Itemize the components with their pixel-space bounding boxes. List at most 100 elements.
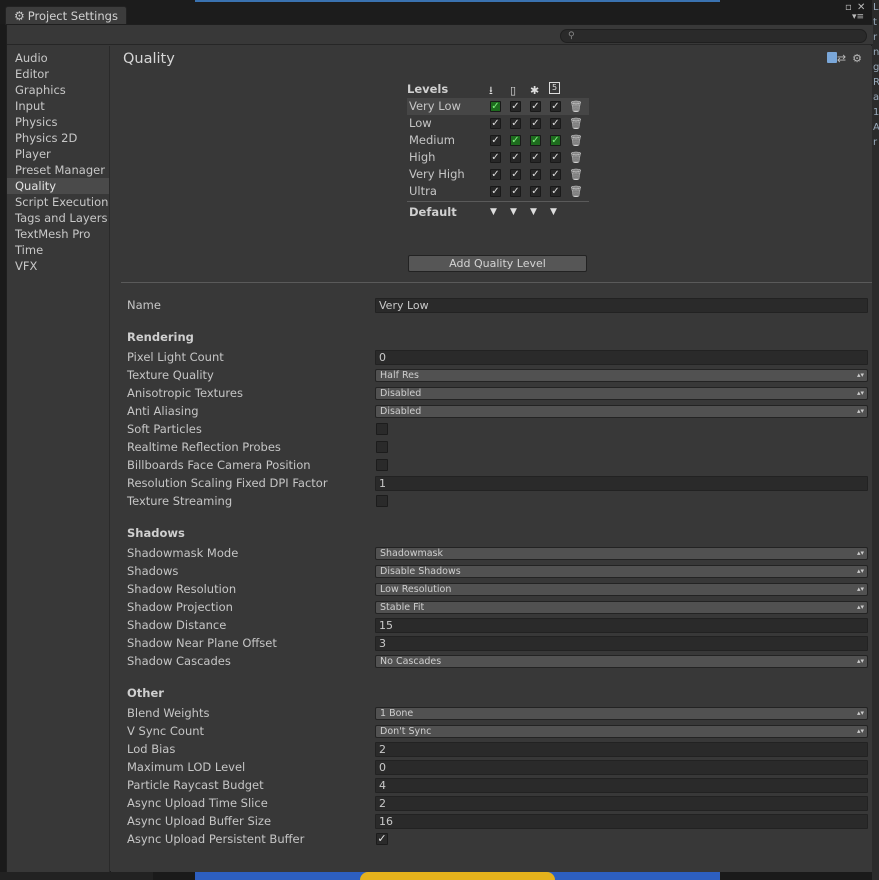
blend-weights-dropdown[interactable]: 1 Bone ▴▾ bbox=[375, 707, 868, 720]
trash-icon[interactable]: 🗑 bbox=[569, 149, 583, 166]
level-checkbox-android[interactable]: ✓ bbox=[530, 169, 541, 180]
quality-level-name: Low bbox=[409, 116, 432, 130]
anti-aliasing-value: Disabled bbox=[380, 406, 422, 417]
level-checkbox-standalone[interactable]: ✓ bbox=[490, 186, 501, 197]
level-checkbox-android[interactable]: ✓ bbox=[530, 152, 541, 163]
async-upload-buffer-size-field[interactable]: 16 bbox=[375, 814, 868, 829]
dropdown-caret-icon: ▴▾ bbox=[856, 603, 864, 611]
level-checkbox-standalone[interactable]: ✓ bbox=[490, 152, 501, 163]
anisotropic-textures-value: Disabled bbox=[380, 388, 422, 399]
default-arrow-mobile[interactable]: ▼ bbox=[510, 203, 517, 221]
help-book-icon[interactable] bbox=[826, 52, 837, 63]
quality-level-row[interactable]: High ✓ ✓ ✓ ✓ 🗑 bbox=[407, 149, 589, 166]
level-checkbox-standalone[interactable]: ✓ bbox=[490, 101, 501, 112]
sidebar-item-script-execution-order[interactable]: Script Execution Order bbox=[7, 194, 109, 210]
sidebar-item-textmesh-pro[interactable]: TextMesh Pro bbox=[7, 226, 109, 242]
quality-level-row[interactable]: Ultra ✓ ✓ ✓ ✓ 🗑 bbox=[407, 183, 589, 200]
default-arrow-android[interactable]: ▼ bbox=[530, 203, 537, 221]
anisotropic-textures-dropdown[interactable]: Disabled ▴▾ bbox=[375, 387, 868, 400]
level-checkbox-webgl[interactable]: ✓ bbox=[550, 152, 561, 163]
soft-particles-label: Soft Particles bbox=[127, 422, 202, 436]
dropdown-caret-icon: ▴▾ bbox=[856, 727, 864, 735]
default-arrow-webgl[interactable]: ▼ bbox=[550, 203, 557, 221]
preset-sliders-icon[interactable]: ⇄ bbox=[837, 52, 852, 65]
vsync-count-dropdown[interactable]: Don't Sync ▴▾ bbox=[375, 725, 868, 738]
trash-icon[interactable]: 🗑 bbox=[569, 132, 583, 149]
sidebar-item-vfx[interactable]: VFX bbox=[7, 258, 109, 274]
default-arrow-standalone[interactable]: ▼ bbox=[490, 203, 497, 221]
max-lod-level-field[interactable]: 0 bbox=[375, 760, 868, 775]
sidebar-item-tags-and-layers[interactable]: Tags and Layers bbox=[7, 210, 109, 226]
async-upload-time-slice-field[interactable]: 2 bbox=[375, 796, 868, 811]
level-checkbox-mobile[interactable]: ✓ bbox=[510, 186, 521, 197]
shadow-distance-field[interactable]: 15 bbox=[375, 618, 868, 633]
add-quality-level-button[interactable]: Add Quality Level bbox=[408, 255, 587, 272]
quality-level-row[interactable]: Medium ✓ ✓ ✓ ✓ 🗑 bbox=[407, 132, 589, 149]
realtime-reflection-probes-checkbox[interactable] bbox=[376, 441, 388, 453]
texture-quality-label: Texture Quality bbox=[127, 368, 214, 382]
soft-particles-checkbox[interactable] bbox=[376, 423, 388, 435]
quality-level-row[interactable]: Low ✓ ✓ ✓ ✓ 🗑 bbox=[407, 115, 589, 132]
trash-icon[interactable]: 🗑 bbox=[569, 183, 583, 200]
sidebar-item-physics[interactable]: Physics bbox=[7, 114, 109, 130]
level-checkbox-webgl[interactable]: ✓ bbox=[550, 169, 561, 180]
sidebar-item-time[interactable]: Time bbox=[7, 242, 109, 258]
level-checkbox-mobile[interactable]: ✓ bbox=[510, 118, 521, 129]
vsync-count-value: Don't Sync bbox=[380, 726, 432, 737]
sidebar-item-input[interactable]: Input bbox=[7, 98, 109, 114]
level-checkbox-webgl[interactable]: ✓ bbox=[550, 101, 561, 112]
maximize-icon[interactable]: ▫ bbox=[845, 2, 852, 13]
shadow-projection-dropdown[interactable]: Stable Fit ▴▾ bbox=[375, 601, 868, 614]
lod-bias-field[interactable]: 2 bbox=[375, 742, 868, 757]
sidebar-item-quality[interactable]: Quality bbox=[7, 178, 109, 194]
level-checkbox-mobile[interactable]: ✓ bbox=[510, 169, 521, 180]
shadowmask-mode-dropdown[interactable]: Shadowmask ▴▾ bbox=[375, 547, 868, 560]
level-checkbox-webgl[interactable]: ✓ bbox=[550, 186, 561, 197]
trash-icon[interactable]: 🗑 bbox=[569, 98, 583, 115]
texture-quality-dropdown[interactable]: Half Res ▴▾ bbox=[375, 369, 868, 382]
pixel-light-count-field[interactable]: 0 bbox=[375, 350, 868, 365]
anti-aliasing-dropdown[interactable]: Disabled ▴▾ bbox=[375, 405, 868, 418]
billboards-face-camera-checkbox[interactable] bbox=[376, 459, 388, 471]
sidebar-item-preset-manager[interactable]: Preset Manager bbox=[7, 162, 109, 178]
tab-project-settings[interactable]: ⚙ Project Settings bbox=[5, 6, 127, 25]
settings-menu-icon[interactable]: ⚙ bbox=[852, 52, 868, 65]
level-checkbox-standalone[interactable]: ✓ bbox=[490, 169, 501, 180]
rendering-header: Rendering bbox=[127, 330, 194, 344]
dpi-factor-field[interactable]: 1 bbox=[375, 476, 868, 491]
level-checkbox-webgl[interactable]: ✓ bbox=[550, 118, 561, 129]
async-upload-persistent-buffer-checkbox[interactable]: ✓ bbox=[376, 833, 388, 845]
shadow-cascades-dropdown[interactable]: No Cascades ▴▾ bbox=[375, 655, 868, 668]
search-field[interactable]: ⚲ bbox=[560, 29, 867, 43]
trash-icon[interactable]: 🗑 bbox=[569, 166, 583, 183]
level-checkbox-mobile[interactable]: ✓ bbox=[510, 101, 521, 112]
level-checkbox-mobile[interactable]: ✓ bbox=[510, 135, 521, 146]
level-checkbox-standalone[interactable]: ✓ bbox=[490, 135, 501, 146]
page-title: Quality bbox=[123, 51, 175, 67]
sidebar-item-player[interactable]: Player bbox=[7, 146, 109, 162]
particle-raycast-budget-field[interactable]: 4 bbox=[375, 778, 868, 793]
sidebar-item-editor[interactable]: Editor bbox=[7, 66, 109, 82]
shadows-dropdown[interactable]: Disable Shadows ▴▾ bbox=[375, 565, 868, 578]
level-checkbox-android[interactable]: ✓ bbox=[530, 118, 541, 129]
shadow-cascades-label: Shadow Cascades bbox=[127, 654, 231, 668]
sidebar-item-audio[interactable]: Audio bbox=[7, 50, 109, 66]
level-checkbox-android[interactable]: ✓ bbox=[530, 135, 541, 146]
level-checkbox-android[interactable]: ✓ bbox=[530, 186, 541, 197]
sidebar-item-graphics[interactable]: Graphics bbox=[7, 82, 109, 98]
texture-streaming-checkbox[interactable] bbox=[376, 495, 388, 507]
window-menu-icon[interactable]: ▾≡ bbox=[852, 12, 864, 22]
quality-level-row[interactable]: Very High ✓ ✓ ✓ ✓ 🗑 bbox=[407, 166, 589, 183]
shadow-near-plane-field[interactable]: 3 bbox=[375, 636, 868, 651]
level-checkbox-webgl[interactable]: ✓ bbox=[550, 135, 561, 146]
level-checkbox-android[interactable]: ✓ bbox=[530, 101, 541, 112]
quality-level-name: Very Low bbox=[409, 99, 461, 113]
level-checkbox-mobile[interactable]: ✓ bbox=[510, 152, 521, 163]
level-checkbox-standalone[interactable]: ✓ bbox=[490, 118, 501, 129]
name-field[interactable]: Very Low bbox=[375, 298, 868, 313]
trash-icon[interactable]: 🗑 bbox=[569, 115, 583, 132]
texture-streaming-label: Texture Streaming bbox=[127, 494, 233, 508]
shadow-resolution-dropdown[interactable]: Low Resolution ▴▾ bbox=[375, 583, 868, 596]
quality-level-row[interactable]: Very Low ✓ ✓ ✓ ✓ 🗑 bbox=[407, 98, 589, 115]
sidebar-item-physics-2d[interactable]: Physics 2D bbox=[7, 130, 109, 146]
